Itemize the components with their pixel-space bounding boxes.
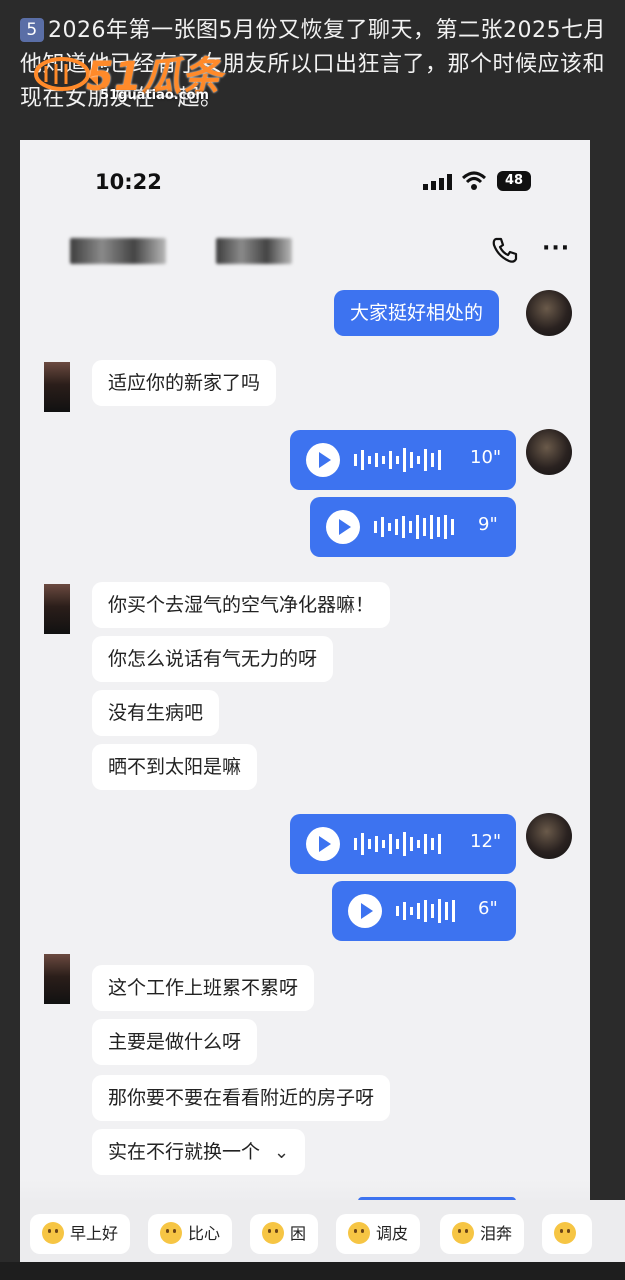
waveform-icon (396, 899, 455, 923)
quick-reply-label: 比心 (188, 1224, 221, 1243)
sleepy-icon (262, 1222, 284, 1244)
voice-duration: 12" (470, 831, 502, 852)
play-icon[interactable] (326, 510, 360, 544)
status-time: 10:22 (95, 170, 162, 194)
chevron-down-icon[interactable]: ⌄ (274, 1130, 289, 1176)
play-icon[interactable] (348, 894, 382, 928)
message-bubble-received[interactable]: 那你要不要在看看附近的房子呀 (92, 1075, 391, 1121)
voice-message[interactable]: 10" (290, 430, 516, 490)
bottom-strip (0, 1262, 625, 1280)
voice-duration: 9" (478, 514, 498, 535)
voice-duration: 10" (470, 447, 502, 468)
contact-status-blurred (216, 238, 292, 264)
watermark-url: 51guatiao.com (100, 88, 209, 103)
quick-reply-chip[interactable]: 泪奔 (440, 1214, 525, 1254)
avatar[interactable] (526, 290, 572, 336)
waveform-icon (354, 448, 441, 472)
quick-reply-label: 泪奔 (480, 1224, 513, 1243)
phone-icon[interactable] (490, 236, 518, 264)
contact-name-blurred (70, 238, 166, 264)
wink-icon (348, 1222, 370, 1244)
battery-icon: 48 (497, 171, 531, 191)
message-text: 实在不行就换一个 (108, 1141, 261, 1163)
voice-message[interactable]: 9" (310, 497, 516, 557)
signal-icon (423, 174, 452, 190)
number-badge: 5 (20, 18, 44, 42)
quick-reply-chip-partial[interactable] (542, 1214, 592, 1254)
message-bubble-received[interactable]: 实在不行就换一个 ⌄ (92, 1129, 306, 1176)
quick-reply-label: 调皮 (376, 1224, 409, 1243)
voice-message[interactable]: 12" (290, 814, 516, 874)
message-bubble-received[interactable]: 适应你的新家了吗 (92, 360, 277, 406)
chat-screenshot: 10:22 48 ··· 大家挺好相处的 适应你的新家了吗 10" 9" 你买个… (20, 140, 590, 1280)
waveform-icon (354, 832, 441, 856)
wifi-icon (461, 171, 487, 190)
message-bubble-received[interactable]: 这个工作上班累不累呀 (92, 965, 315, 1011)
message-bubble-sent[interactable]: 大家挺好相处的 (334, 290, 500, 336)
avatar[interactable] (526, 429, 572, 475)
message-bubble-received[interactable]: 你怎么说话有气无力的呀 (92, 636, 334, 682)
avatar[interactable] (44, 362, 70, 412)
avatar[interactable] (44, 954, 70, 1004)
emoji-icon (554, 1222, 576, 1244)
crying-icon (452, 1222, 474, 1244)
more-options-icon[interactable]: ··· (542, 236, 570, 261)
quick-reply-label: 困 (290, 1224, 307, 1243)
play-icon[interactable] (306, 827, 340, 861)
message-bubble-received[interactable]: 你买个去湿气的空气净化器嘛！ (92, 582, 391, 628)
avatar[interactable] (526, 813, 572, 859)
voice-duration: 6" (478, 898, 498, 919)
quick-reply-chip[interactable]: 困 (250, 1214, 319, 1254)
message-bubble-received[interactable]: 晒不到太阳是嘛 (92, 744, 258, 790)
quick-reply-chip[interactable]: 调皮 (336, 1214, 421, 1254)
avatar[interactable] (44, 584, 70, 634)
play-icon[interactable] (306, 443, 340, 477)
voice-message[interactable]: 6" (332, 881, 516, 941)
message-bubble-received[interactable]: 没有生病吧 (92, 690, 220, 736)
watermark-logo: 51瓜条 51guatiao.com (28, 44, 248, 104)
heart-hands-icon (160, 1222, 182, 1244)
smiley-icon (42, 1222, 64, 1244)
quick-reply-label: 早上好 (70, 1224, 119, 1243)
quick-reply-chip[interactable]: 早上好 (30, 1214, 131, 1254)
message-bubble-received[interactable]: 主要是做什么呀 (92, 1019, 258, 1065)
quick-reply-chip[interactable]: 比心 (148, 1214, 233, 1254)
waveform-icon (374, 515, 454, 539)
